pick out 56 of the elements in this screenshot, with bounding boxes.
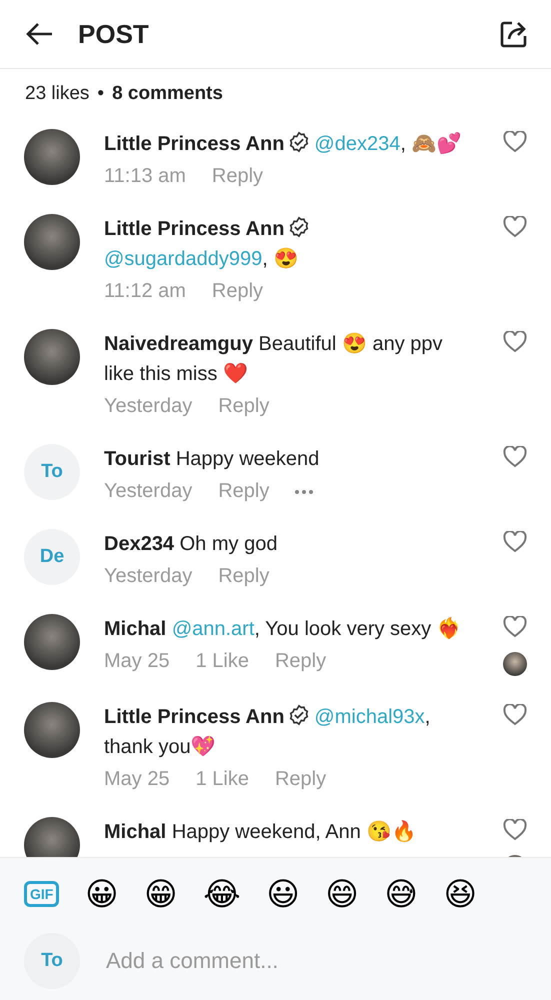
likes-link[interactable]: 1 Like [196,768,249,791]
heart-icon[interactable] [503,446,527,468]
emoji-button[interactable]: 😃 [266,875,300,913]
likes-link[interactable]: 1 Like [196,650,249,673]
comment-text: Little Princess Ann @dex234, 🙈💕 [104,130,462,157]
separator-dot: • [97,83,104,105]
reply-link[interactable]: Reply [218,395,270,418]
reply-link[interactable]: Reply [212,280,264,303]
comment-text: Michal Happy weekend, Ann 😘🔥 [104,819,418,845]
comment-text: Naivedreamguy Beautiful 😍 any ppv like this miss ❤ [104,332,444,387]
reply-link[interactable]: Reply [218,565,270,588]
back-button[interactable] [26,22,54,46]
emoji-button[interactable]: 😄 [325,875,359,913]
avatar-initials: To [24,933,80,989]
mention-link[interactable]: @michal93x [314,706,425,728]
emoji-button[interactable]: 😁 [144,875,178,913]
likes-count[interactable]: 23 likes [25,83,90,105]
comment-text: Little Princess Ann @sugardaddy999, 😍 [104,214,477,274]
comments-count[interactable]: 8 comments [112,83,223,105]
comment-text: Little Princess Ann @michal93x, thank you💖 [104,703,432,760]
comment-time: May 25 [104,650,170,673]
heart-icon[interactable] [503,531,527,553]
reply-link[interactable]: Reply [274,768,326,791]
heart-icon[interactable] [503,704,527,726]
avatar-photo[interactable] [24,817,80,857]
emoji-button[interactable]: 😀 [85,875,118,913]
comment-time: Yesterday [104,480,192,503]
reply-link[interactable]: Reply [274,650,326,673]
comment-time: Yesterday [104,565,192,588]
comment-text: Dex234 Oh my god [104,532,278,557]
heart-icon[interactable] [503,131,527,153]
comment-time: 11:12 am [104,280,186,303]
emoji-button[interactable]: 😅 [384,875,418,913]
gif-button[interactable]: GIF [24,881,60,907]
comment-time: Yesterday [104,395,192,418]
heart-icon[interactable] [503,331,527,353]
avatar-initials[interactable]: To [24,444,80,500]
page-title: POST [78,18,150,50]
emoji-button[interactable]: 😂 [203,875,241,913]
share-button[interactable] [499,19,529,49]
comment-input[interactable]: Add a comment... [104,947,527,975]
mention-link[interactable]: @dex234 [314,133,400,155]
mention-link[interactable]: @sugardaddy999 [104,248,262,270]
heart-icon[interactable] [503,216,527,238]
comment-time: 11:13 am [104,165,186,188]
comment-time: May 25 [104,768,170,791]
mention-link[interactable]: @ann.art [172,618,254,640]
comment-text: Tourist Happy weekend [104,447,320,472]
heart-icon[interactable] [503,616,527,638]
reply-link[interactable]: Reply [218,480,270,503]
more-icon[interactable] [295,490,314,494]
reply-link[interactable]: Reply [212,165,264,188]
emoji-button[interactable]: 😆 [444,875,477,913]
avatar-initials[interactable]: De [24,529,80,585]
heart-icon[interactable] [503,819,527,841]
comment-text: Michal @ann.art, You look very sexy ❤‍🔥 [104,616,463,642]
